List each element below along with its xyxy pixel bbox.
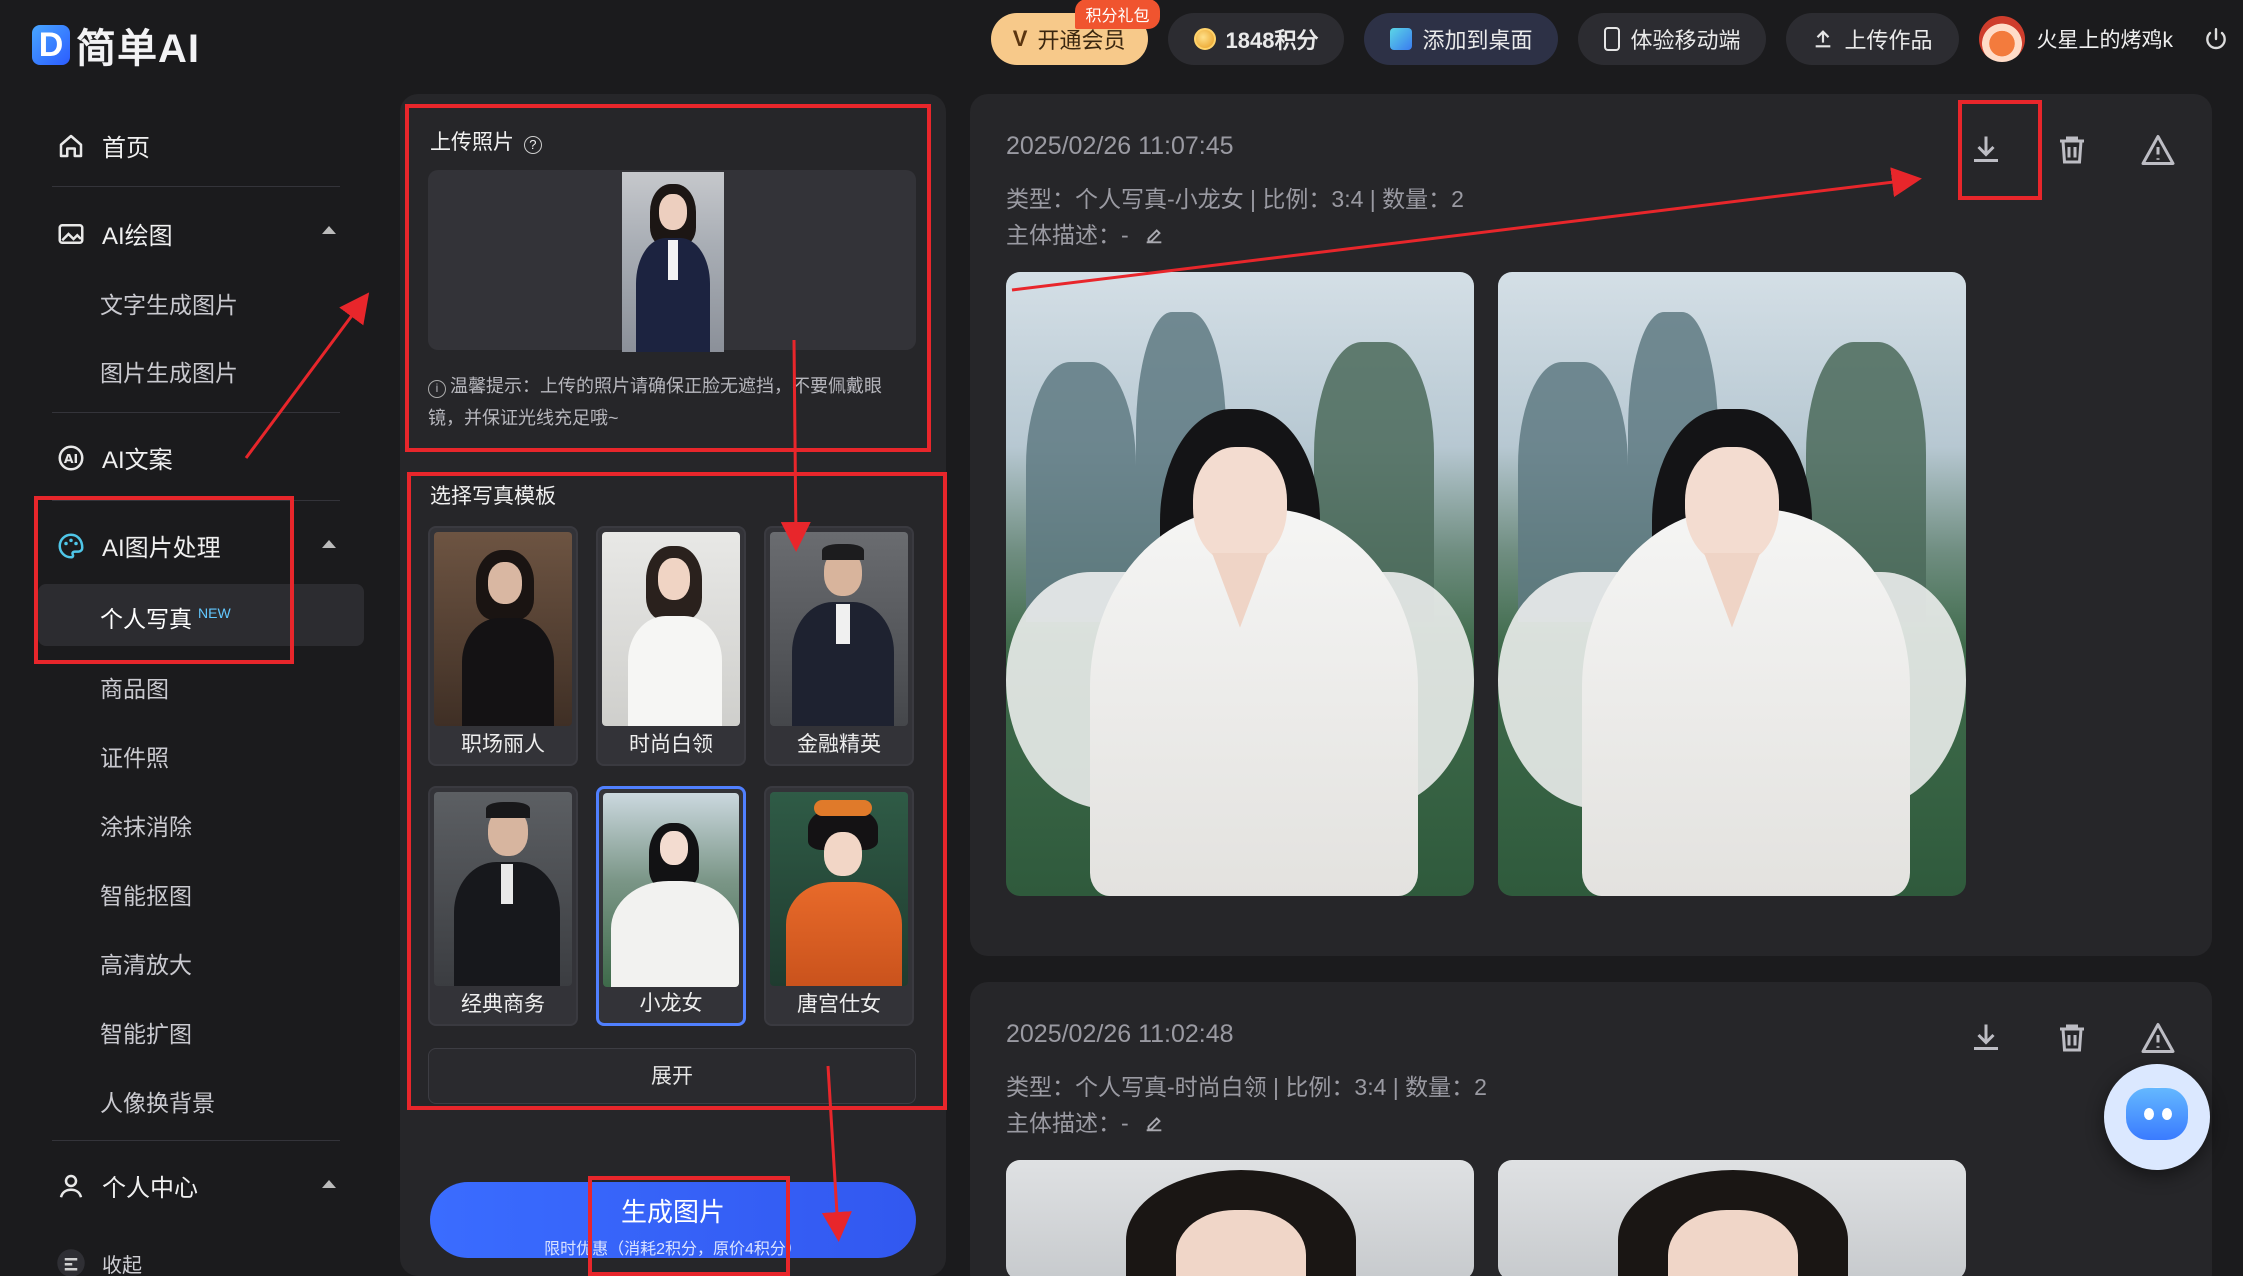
sidebar-item-upscale[interactable]: 高清放大 (100, 946, 192, 980)
download-icon[interactable] (1968, 1020, 2004, 1056)
divider (52, 1140, 340, 1141)
sidebar: 首页 AI绘图 文字生成图片 图片生成图片 AI AI文案 AI图片处理 个人写… (0, 100, 380, 1276)
points-button[interactable]: 1848积分 (1167, 13, 1345, 65)
sidebar-item-id-photo[interactable]: 证件照 (100, 739, 169, 773)
chevron-up-icon[interactable] (322, 1180, 336, 1188)
sidebar-item-image-to-image[interactable]: 图片生成图片 (100, 354, 238, 388)
mobile-button[interactable]: 体验移动端 (1578, 13, 1767, 65)
upload-icon (1816, 30, 1831, 48)
coin-icon (1193, 28, 1216, 50)
sidebar-item-cutout[interactable]: 智能抠图 (100, 877, 192, 911)
edit-icon[interactable] (1143, 1112, 1165, 1134)
ai-copy-icon: AI (58, 445, 84, 470)
annotation-box-generate (588, 1176, 790, 1276)
chat-assistant-button[interactable] (2104, 1064, 2210, 1170)
image-icon (58, 223, 84, 244)
power-icon[interactable] (2203, 26, 2229, 52)
sidebar-item-erase[interactable]: 涂抹消除 (100, 808, 192, 842)
sidebar-item-ai-draw[interactable]: AI绘图 (56, 216, 356, 251)
result-subject-text: 主体描述：- (1006, 1110, 1129, 1136)
annotation-box-templates (407, 472, 947, 1110)
upload-work-label: 上传作品 (1844, 28, 1933, 53)
result-type: 类型：个人写真-小龙女 | 比例：3:4 | 数量：2 (1006, 186, 1464, 212)
result-actions (1968, 1020, 2176, 1056)
phone-icon (1604, 27, 1621, 51)
collapse-button[interactable]: 收起 (56, 1248, 142, 1276)
sidebar-item-product[interactable]: 商品图 (100, 670, 169, 704)
warning-icon[interactable] (2140, 1020, 2176, 1056)
result-type: 类型：个人写真-时尚白领 | 比例：3:4 | 数量：2 (1006, 1074, 1487, 1100)
annotation-box-download (1958, 100, 2042, 200)
result-subject-text: 主体描述：- (1006, 222, 1129, 248)
sidebar-item-text-to-image[interactable]: 文字生成图片 (100, 286, 238, 320)
upload-work-button[interactable]: 上传作品 (1786, 13, 1959, 65)
add-desktop-button[interactable]: 添加到桌面 (1364, 13, 1559, 65)
home-icon (59, 134, 83, 157)
result-timestamp: 2025/02/26 11:07:45 (1006, 132, 1234, 160)
sidebar-item-personal-center[interactable]: 个人中心 (56, 1168, 198, 1203)
logo-mark: D (32, 25, 70, 65)
sidebar-item-label: AI绘图 (102, 223, 173, 250)
result-image[interactable] (1006, 1160, 1474, 1276)
result-image[interactable] (1498, 1160, 1966, 1276)
chevron-up-icon[interactable] (322, 540, 336, 548)
result-subject: 主体描述：- (1006, 1104, 1165, 1138)
bot-icon (2126, 1088, 2188, 1140)
annotation-box-portrait (34, 496, 294, 664)
top-bar: D 简单AI V 开通会员 积分礼包 1848积分 添加到桌面 体验移动端 上传… (0, 0, 2243, 80)
app-logo[interactable]: D 简单AI (32, 16, 200, 74)
user-icon (59, 1174, 83, 1198)
avatar (1978, 16, 2025, 62)
divider (52, 186, 340, 187)
result-card: 2025/02/26 11:07:45 类型：个人写真-小龙女 | 比例：3:4… (970, 94, 2212, 956)
username: 火星上的烤鸡k (2036, 29, 2174, 52)
chevron-up-icon[interactable] (322, 226, 336, 234)
svg-text:AI: AI (64, 451, 78, 466)
result-image[interactable] (1006, 272, 1474, 896)
result-timestamp: 2025/02/26 11:02:48 (1006, 1020, 1234, 1048)
add-desktop-label: 添加到桌面 (1422, 28, 1533, 53)
annotation-box-upload (405, 104, 931, 452)
trash-icon[interactable] (2054, 1020, 2090, 1056)
desktop-icon (1390, 28, 1413, 50)
sidebar-item-home[interactable]: 首页 (56, 128, 150, 163)
sidebar-item-label: AI文案 (102, 447, 173, 474)
warning-icon[interactable] (2140, 132, 2176, 168)
sidebar-item-label: 首页 (102, 135, 150, 162)
bot-eye (2162, 1108, 2172, 1120)
trash-icon[interactable] (2054, 132, 2090, 168)
result-subject: 主体描述：- (1006, 216, 1165, 250)
top-actions: V 开通会员 积分礼包 1848积分 添加到桌面 体验移动端 上传作品 火星上的… (990, 0, 2229, 66)
result-image[interactable] (1498, 272, 1966, 896)
sidebar-item-outpaint[interactable]: 智能扩图 (100, 1015, 192, 1049)
sidebar-item-label: 个人中心 (102, 1175, 198, 1202)
collapse-icon (57, 1249, 85, 1276)
bot-eye (2144, 1108, 2154, 1120)
vip-badge: 积分礼包 (1075, 0, 1160, 29)
mobile-label: 体验移动端 (1630, 28, 1741, 53)
collapse-label: 收起 (102, 1254, 142, 1276)
points-label: 1848积分 (1225, 28, 1319, 53)
vip-button[interactable]: V 开通会员 积分礼包 (990, 0, 1160, 65)
result-card: 2025/02/26 11:02:48 类型：个人写真-时尚白领 | 比例：3:… (970, 982, 2212, 1276)
user-menu[interactable]: 火星上的烤鸡k (1978, 16, 2174, 62)
divider (52, 412, 340, 413)
sidebar-item-ai-copy[interactable]: AI AI文案 (56, 440, 173, 475)
sidebar-item-bg-swap[interactable]: 人像换背景 (100, 1084, 215, 1118)
vip-icon: V (1012, 26, 1028, 51)
edit-icon[interactable] (1143, 224, 1165, 246)
logo-text: 简单AI (76, 27, 200, 71)
